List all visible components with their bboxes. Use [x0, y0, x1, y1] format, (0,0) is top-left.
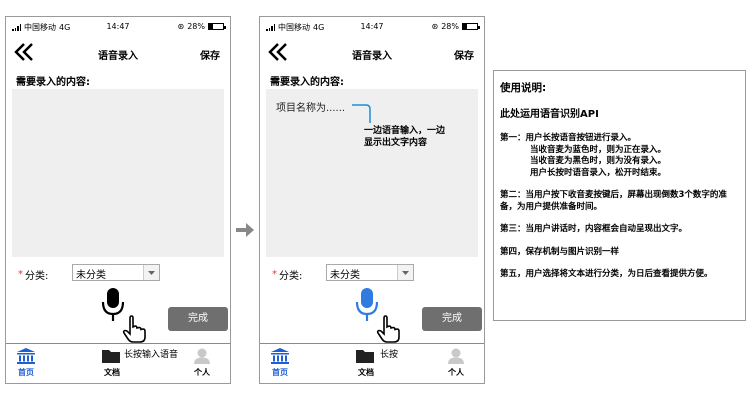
callout-note: 一边语音输入，一边 显示出文字内容: [364, 125, 445, 149]
tab-label: 个人: [194, 368, 210, 377]
tab-profile[interactable]: 个人: [436, 348, 476, 378]
bank-icon: [17, 348, 35, 364]
category-select[interactable]: 未分类: [326, 264, 414, 281]
save-button[interactable]: 保存: [454, 47, 474, 62]
battery-icon: [208, 23, 226, 30]
instruction-step-4: 第四，保存机制与图片识别一样: [500, 246, 620, 257]
arrow-right-icon: [236, 223, 254, 237]
category-select[interactable]: 未分类: [72, 264, 160, 281]
dropdown-arrow-icon: [143, 265, 159, 280]
phone-screen-recording: 中国移动 4G 14:47 ⊛ 28% 语音录入 保存 需要录入的内容: 项目名…: [259, 16, 485, 384]
instruction-step-1: 第一：用户长按语音按钮进行录入。 当收音麦为蓝色时，则为正在录入。 当收音麦为黑…: [500, 133, 739, 179]
category-value: 未分类: [330, 270, 360, 281]
folder-icon: [356, 350, 374, 363]
rotation-lock-icon: ⊛: [177, 22, 185, 31]
recognized-text: 项目名称为......: [276, 103, 346, 114]
required-mark: *: [272, 268, 277, 280]
dropdown-arrow-icon: [397, 265, 413, 280]
tab-home[interactable]: 首页: [6, 348, 46, 378]
folder-icon: [102, 350, 120, 363]
category-label: 分类:: [279, 270, 303, 282]
content-textarea[interactable]: [12, 89, 224, 257]
callout-leader-line: [352, 104, 371, 123]
battery-percent: 28%: [441, 22, 459, 31]
step-1-text: 第一：用户长按语音按钮进行录入。: [500, 133, 637, 143]
bank-icon: [271, 348, 289, 364]
step-1-c: 用户长按时语音录入，松开时结束。: [530, 167, 667, 178]
rotation-lock-icon: ⊛: [431, 22, 439, 31]
person-icon: [448, 348, 464, 364]
tap-hand-icon: [376, 315, 400, 343]
tab-label: 首页: [18, 368, 34, 377]
battery-percent: 28%: [187, 22, 205, 31]
status-bar: 中国移动 4G 14:47 ⊛ 28%: [6, 17, 230, 37]
content-label: 需要录入的内容:: [270, 77, 344, 88]
callout-line-2: 显示出文字内容: [364, 138, 428, 148]
category-label: 分类:: [25, 270, 49, 282]
long-press-hint: 长按输入语音: [124, 350, 179, 360]
tab-bar: 首页 文档 个人: [260, 343, 484, 383]
instructions-panel: 使用说明: 此处运用语音识别API 第一：用户长按语音按钮进行录入。 当收音麦为…: [493, 70, 746, 321]
callout-line-1: 一边语音输入，一边: [364, 126, 446, 136]
long-press-hint: 长按: [380, 350, 399, 360]
instructions-heading: 使用说明:: [500, 82, 547, 94]
page-title: 语音录入: [352, 51, 392, 62]
tab-label: 文档: [358, 368, 374, 377]
person-icon: [194, 348, 210, 364]
battery-icon: [462, 23, 480, 30]
required-mark: *: [18, 268, 23, 280]
content-label: 需要录入的内容:: [16, 77, 90, 88]
page-title: 语音录入: [98, 51, 138, 62]
instruction-step-2: 第二：当用户按下收音麦按键后，屏幕出现倒数3个数字的准备，为用户提供准备时间。: [500, 190, 727, 212]
done-button[interactable]: 完成: [168, 307, 228, 331]
save-button[interactable]: 保存: [200, 47, 220, 62]
tab-label: 文档: [104, 368, 120, 377]
category-row: * 分类:: [18, 265, 48, 283]
step-1-a: 当收音麦为蓝色时，则为正在录入。: [530, 144, 667, 155]
nav-bar: 语音录入 保存: [6, 37, 230, 67]
phone-screen-idle: 中国移动 4G 14:47 ⊛ 28% 语音录入 保存 需要录入的内容: * 分…: [5, 16, 231, 384]
tap-hand-icon: [122, 315, 146, 343]
category-row: * 分类:: [272, 265, 302, 283]
tab-label: 首页: [272, 368, 288, 377]
status-bar: 中国移动 4G 14:47 ⊛ 28%: [260, 17, 484, 37]
instruction-step-3: 第三：当用户讲话时，内容框会自动呈现出文字。: [500, 224, 688, 234]
tab-home[interactable]: 首页: [260, 348, 300, 378]
done-button[interactable]: 完成: [422, 307, 482, 331]
nav-bar: 语音录入 保存: [260, 37, 484, 67]
tab-profile[interactable]: 个人: [182, 348, 222, 378]
instruction-step-5: 第五，用户选择将文本进行分类，为日后查看提供方便。: [500, 269, 713, 279]
category-value: 未分类: [76, 270, 106, 281]
instructions-subheading: 此处运用语音识别API: [500, 108, 599, 120]
step-1-b: 当收音麦为黑色时，则为没有录入。: [530, 156, 667, 166]
tab-label: 个人: [448, 368, 464, 377]
tab-bar: 首页 文档 个人: [6, 343, 230, 383]
